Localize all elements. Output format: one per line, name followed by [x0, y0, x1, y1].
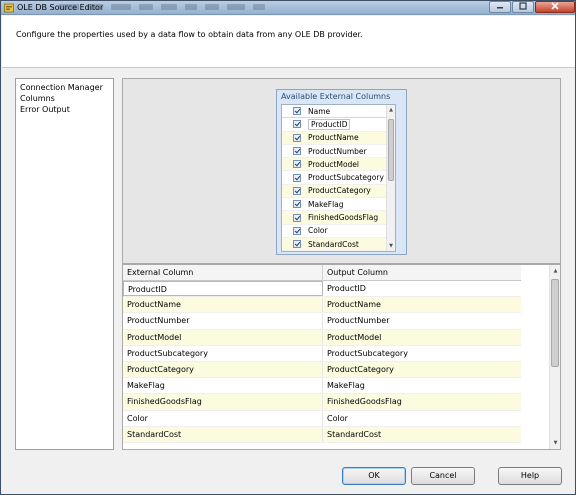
available-column-name: StandardCost	[308, 239, 359, 249]
table-row[interactable]: ProductNumber ProductNumber	[123, 313, 521, 330]
scroll-up-icon[interactable]: ▲	[387, 106, 395, 114]
available-column-row[interactable]: StandardCost	[282, 237, 395, 251]
column-checkbox[interactable]	[293, 120, 301, 129]
external-column-cell[interactable]: ProductCategory	[123, 361, 323, 378]
available-column-row[interactable]: ProductNumber	[282, 145, 395, 159]
table-row[interactable]: ProductModel ProductModel	[123, 329, 521, 346]
available-column-row[interactable]: ProductName	[282, 131, 395, 145]
output-column-cell[interactable]: ProductName	[323, 297, 521, 312]
available-column-row[interactable]: FinishedGoodsFlag	[282, 211, 395, 225]
available-column-row[interactable]: ProductModel	[282, 158, 395, 172]
column-checkbox[interactable]	[293, 173, 301, 182]
ssis-source-icon	[4, 3, 14, 13]
minimize-icon	[496, 2, 504, 12]
external-column-header[interactable]: External Column	[123, 265, 323, 280]
header-band	[2, 16, 575, 68]
available-external-columns-box: Available External Columns Name ProductI…	[276, 89, 407, 255]
available-columns-list: Name ProductID ProductName ProductNumber…	[281, 104, 396, 252]
output-column-cell[interactable]: ProductSubcategory	[323, 346, 521, 361]
background-menu-ghost	[59, 4, 359, 13]
scroll-thumb[interactable]	[551, 279, 559, 367]
available-column-name: ProductName	[308, 133, 359, 143]
table-row[interactable]: ProductName ProductName	[123, 297, 521, 314]
title-bar[interactable]: OLE DB Source Editor	[1, 1, 575, 15]
close-icon	[551, 2, 559, 12]
available-column-name: ProductSubcategory	[308, 173, 384, 183]
available-column-name: ProductCategory	[308, 186, 371, 196]
column-mapping-grid: External Column Output Column ProductID …	[122, 264, 561, 450]
available-column-row[interactable]: ProductSubcategory	[282, 171, 395, 185]
output-column-cell[interactable]: Color	[323, 411, 521, 426]
column-checkbox[interactable]	[293, 240, 301, 249]
available-column-row[interactable]: ProductCategory	[282, 184, 395, 199]
available-column-name: Color	[308, 226, 328, 236]
grid-body: ProductID ProductID ProductName ProductN…	[123, 281, 521, 443]
external-column-cell[interactable]: ProductID	[123, 281, 323, 297]
output-column-cell[interactable]: ProductCategory	[323, 362, 521, 377]
column-checkbox[interactable]	[293, 226, 301, 235]
available-column-name: MakeFlag	[308, 199, 344, 209]
ok-button[interactable]: OK	[342, 467, 406, 485]
output-column-cell[interactable]: FinishedGoodsFlag	[323, 394, 521, 409]
nav-item-connection-manager[interactable]: Connection Manager	[20, 82, 109, 93]
available-column-name: ProductNumber	[308, 146, 367, 156]
table-row[interactable]: ProductSubcategory ProductSubcategory	[123, 345, 521, 362]
nav-item-columns[interactable]: Columns	[20, 93, 109, 104]
output-column-cell[interactable]: ProductNumber	[323, 313, 521, 328]
column-checkbox[interactable]	[293, 160, 301, 169]
external-column-cell[interactable]: Color	[123, 410, 323, 426]
available-column-row[interactable]: MakeFlag	[282, 198, 395, 212]
output-column-header[interactable]: Output Column	[323, 265, 521, 280]
column-checkbox[interactable]	[293, 186, 301, 195]
external-column-cell[interactable]: ProductSubcategory	[123, 345, 323, 361]
grid-header: External Column Output Column	[123, 265, 521, 281]
output-column-cell[interactable]: ProductID	[323, 281, 521, 296]
output-column-cell[interactable]: StandardCost	[323, 427, 521, 442]
available-column-name: ProductModel	[308, 159, 359, 169]
output-column-cell[interactable]: ProductModel	[323, 330, 521, 345]
available-column-row[interactable]: ProductID	[282, 118, 395, 132]
ole-db-source-editor-window: OLE DB Source Editor Configure the prope…	[0, 0, 576, 495]
nav-item-error-output[interactable]: Error Output	[20, 104, 109, 115]
help-button[interactable]: Help	[498, 467, 562, 485]
table-row[interactable]: Color Color	[123, 410, 521, 427]
column-checkbox[interactable]	[293, 147, 301, 156]
column-checkbox[interactable]	[293, 133, 301, 142]
column-checkbox[interactable]	[293, 213, 301, 222]
minimize-button[interactable]	[489, 1, 511, 13]
available-columns-header[interactable]: Name	[282, 105, 395, 119]
nav-panel: Connection Manager Columns Error Output	[15, 78, 114, 450]
scroll-down-icon[interactable]: ▼	[550, 439, 560, 447]
scroll-down-icon[interactable]: ▼	[387, 242, 395, 250]
external-column-cell[interactable]: ProductName	[123, 297, 323, 313]
external-column-cell[interactable]: FinishedGoodsFlag	[123, 394, 323, 410]
available-columns-title: Available External Columns	[281, 92, 391, 101]
external-column-cell[interactable]: MakeFlag	[123, 378, 323, 394]
table-row[interactable]: FinishedGoodsFlag FinishedGoodsFlag	[123, 394, 521, 411]
name-column-header: Name	[308, 106, 331, 116]
table-row[interactable]: MakeFlag MakeFlag	[123, 378, 521, 395]
available-column-name: FinishedGoodsFlag	[308, 213, 379, 223]
available-column-name: ProductID	[308, 118, 351, 130]
scroll-thumb[interactable]	[388, 119, 394, 181]
available-column-row[interactable]: Color	[282, 225, 395, 238]
select-all-checkbox[interactable]	[293, 107, 301, 116]
table-row[interactable]: ProductID ProductID	[123, 281, 521, 298]
header-description: Configure the properties used by a data …	[16, 30, 363, 39]
cancel-button[interactable]: Cancel	[411, 467, 475, 485]
external-column-cell[interactable]: ProductNumber	[123, 313, 323, 329]
available-columns-scrollbar[interactable]: ▲ ▼	[386, 105, 395, 251]
external-column-cell[interactable]: StandardCost	[123, 426, 323, 442]
close-button[interactable]	[535, 1, 575, 13]
maximize-icon	[519, 2, 527, 12]
external-column-cell[interactable]: ProductModel	[123, 329, 323, 345]
maximize-button[interactable]	[512, 1, 534, 13]
scroll-up-icon[interactable]: ▲	[550, 267, 560, 275]
output-column-cell[interactable]: MakeFlag	[323, 378, 521, 393]
table-row[interactable]: ProductCategory ProductCategory	[123, 361, 521, 379]
grid-scrollbar[interactable]: ▲ ▼	[549, 265, 560, 449]
table-row[interactable]: StandardCost StandardCost	[123, 426, 521, 443]
column-checkbox[interactable]	[293, 200, 301, 209]
